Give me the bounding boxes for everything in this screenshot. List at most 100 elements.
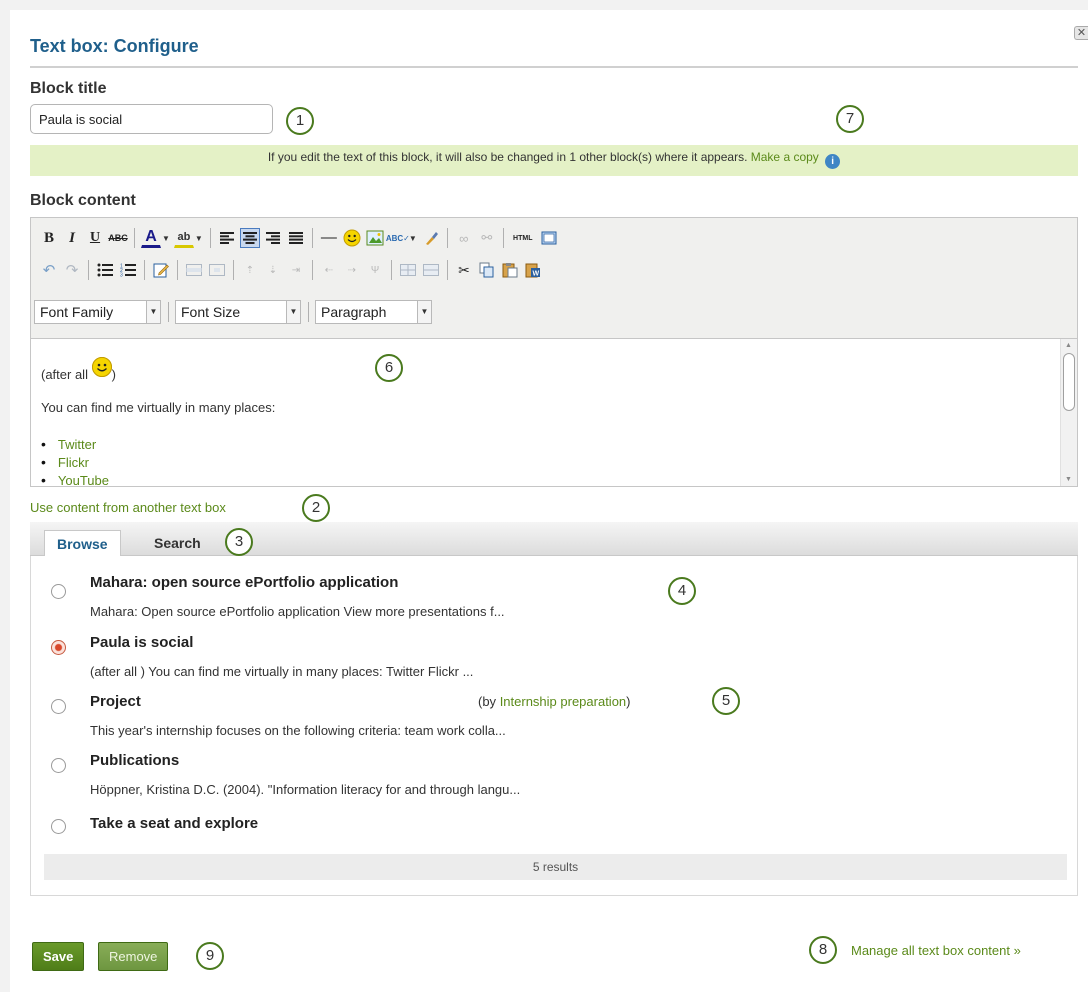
radio-button[interactable] [51,640,66,655]
redo-icon[interactable]: ↷ [62,260,82,280]
numbered-list-icon[interactable]: 123 [118,260,138,280]
chevron-down-icon[interactable]: ▼ [162,234,170,243]
list-item: YouTube [41,471,109,486]
callout-9: 9 [196,942,224,970]
content-line-2: You can find me virtually in many places… [41,400,276,415]
block-title-input[interactable] [30,104,273,134]
cut-icon[interactable]: ✂ [454,260,474,280]
col-insert-before-icon[interactable]: ⇠ [319,260,339,280]
content-text: ) [111,367,116,382]
chevron-down-icon[interactable]: ▼ [409,234,417,243]
close-icon[interactable]: ✕ [1074,26,1088,40]
paragraph-format-value: Paragraph [321,304,387,320]
align-center-icon[interactable] [239,228,260,248]
font-family-select[interactable]: Font Family ▼ [34,300,161,324]
table-cell-icon[interactable] [207,260,227,280]
editor-toolbar-row-3: Font Family ▼ Font Size ▼ Paragraph ▼ [31,297,436,327]
page-title: Text box: Configure [30,36,199,56]
callout-8: 8 [809,936,837,964]
bold-icon[interactable]: B [39,228,59,248]
make-copy-link[interactable]: Make a copy [751,150,819,164]
radio-button[interactable] [51,699,66,714]
use-content-link[interactable]: Use content from another text box [30,500,226,515]
copy-icon[interactable] [477,260,497,280]
tab-search[interactable]: Search [142,530,213,557]
svg-text:W: W [533,271,540,278]
highlight-color-icon[interactable]: ab [173,228,194,248]
image-icon[interactable] [365,228,385,248]
emoticon-icon[interactable] [342,228,362,248]
edit-icon[interactable] [151,260,171,280]
tab-bar: Browse Search [30,522,1078,557]
manage-content-link[interactable]: Manage all text box content » [851,943,1021,958]
chevron-down-icon[interactable]: ▼ [286,301,300,323]
radio-button[interactable] [51,584,66,599]
owner-group-link[interactable]: Internship preparation [500,694,626,709]
block-title-label: Block title [30,80,107,97]
result-description: Mahara: Open source ePortfolio applicati… [90,604,505,619]
chevron-down-icon[interactable]: ▼ [195,234,203,243]
row-insert-before-icon[interactable]: ⇡ [240,260,260,280]
flickr-link[interactable]: Flickr [58,455,89,470]
save-button[interactable]: Save [32,942,85,971]
horizontal-rule-icon[interactable]: — [319,228,339,248]
owner-note: (by Internship preparation) [478,694,631,709]
undo-icon[interactable]: ↶ [39,260,59,280]
editor-content-area[interactable]: (after all ) You can find me virtually i… [31,338,1077,486]
align-right-icon[interactable] [263,228,283,248]
toolbar-separator [311,228,313,248]
callout-2: 2 [302,494,330,522]
spellcheck-icon[interactable]: ABC✓ [386,228,410,248]
col-delete-icon[interactable]: Ψ [365,260,385,280]
toolbar-separator [233,260,234,280]
toolbar-separator [502,228,504,248]
chevron-down-icon[interactable]: ▼ [417,301,431,323]
merge-cells-icon[interactable] [421,260,441,280]
info-icon[interactable]: i [825,154,841,169]
title-divider [30,66,1078,68]
scroll-down-icon[interactable]: ▼ [1065,476,1072,483]
align-justify-icon[interactable] [286,228,306,248]
youtube-link[interactable]: YouTube [58,473,109,486]
split-cells-icon[interactable] [398,260,418,280]
radio-button[interactable] [51,819,66,834]
italic-icon[interactable]: I [62,228,82,248]
row-delete-icon[interactable]: ⇥ [286,260,306,280]
editor-scrollbar[interactable]: ▲ ▼ [1060,339,1077,486]
content-line-1: (after all ) [41,357,116,382]
result-title: Project [90,693,141,710]
row-insert-after-icon[interactable]: ⇣ [263,260,283,280]
owner-prefix: (by [478,694,497,709]
link-icon[interactable]: ∞ [454,228,474,248]
table-row-icon[interactable] [184,260,204,280]
remove-button[interactable]: Remove [98,942,169,971]
text-color-icon[interactable]: A [141,228,161,248]
align-left-icon[interactable] [217,228,237,248]
paste-icon[interactable] [500,260,520,280]
col-insert-after-icon[interactable]: ⇢ [342,260,362,280]
result-description: (after all ) You can find me virtually i… [90,664,474,679]
font-size-select[interactable]: Font Size ▼ [175,300,301,324]
scroll-up-icon[interactable]: ▲ [1065,342,1072,349]
toolbar-separator [391,260,392,280]
bullet-list-icon[interactable] [95,260,115,280]
callout-7: 7 [836,105,864,133]
paragraph-format-select[interactable]: Paragraph ▼ [315,300,432,324]
unlink-icon[interactable]: ⚯ [477,228,497,248]
scroll-thumb[interactable] [1063,353,1075,411]
chevron-down-icon[interactable]: ▼ [146,301,160,323]
underline-icon[interactable]: U [85,228,105,248]
result-title: Publications [90,752,180,769]
list-item: Twitter [41,435,109,453]
strikethrough-icon[interactable]: ABC [108,228,128,248]
toolbar-separator [168,302,169,322]
paste-word-icon[interactable]: W [523,260,543,280]
callout-5: 5 [712,687,740,715]
tab-browse[interactable]: Browse [44,530,121,557]
fullscreen-icon[interactable] [539,228,559,248]
twitter-link[interactable]: Twitter [58,437,96,452]
html-source-icon[interactable]: HTML [510,228,536,248]
cleanup-icon[interactable] [421,228,441,248]
results-panel: Mahara: open source ePortfolio applicati… [30,556,1078,896]
radio-button[interactable] [51,758,66,773]
